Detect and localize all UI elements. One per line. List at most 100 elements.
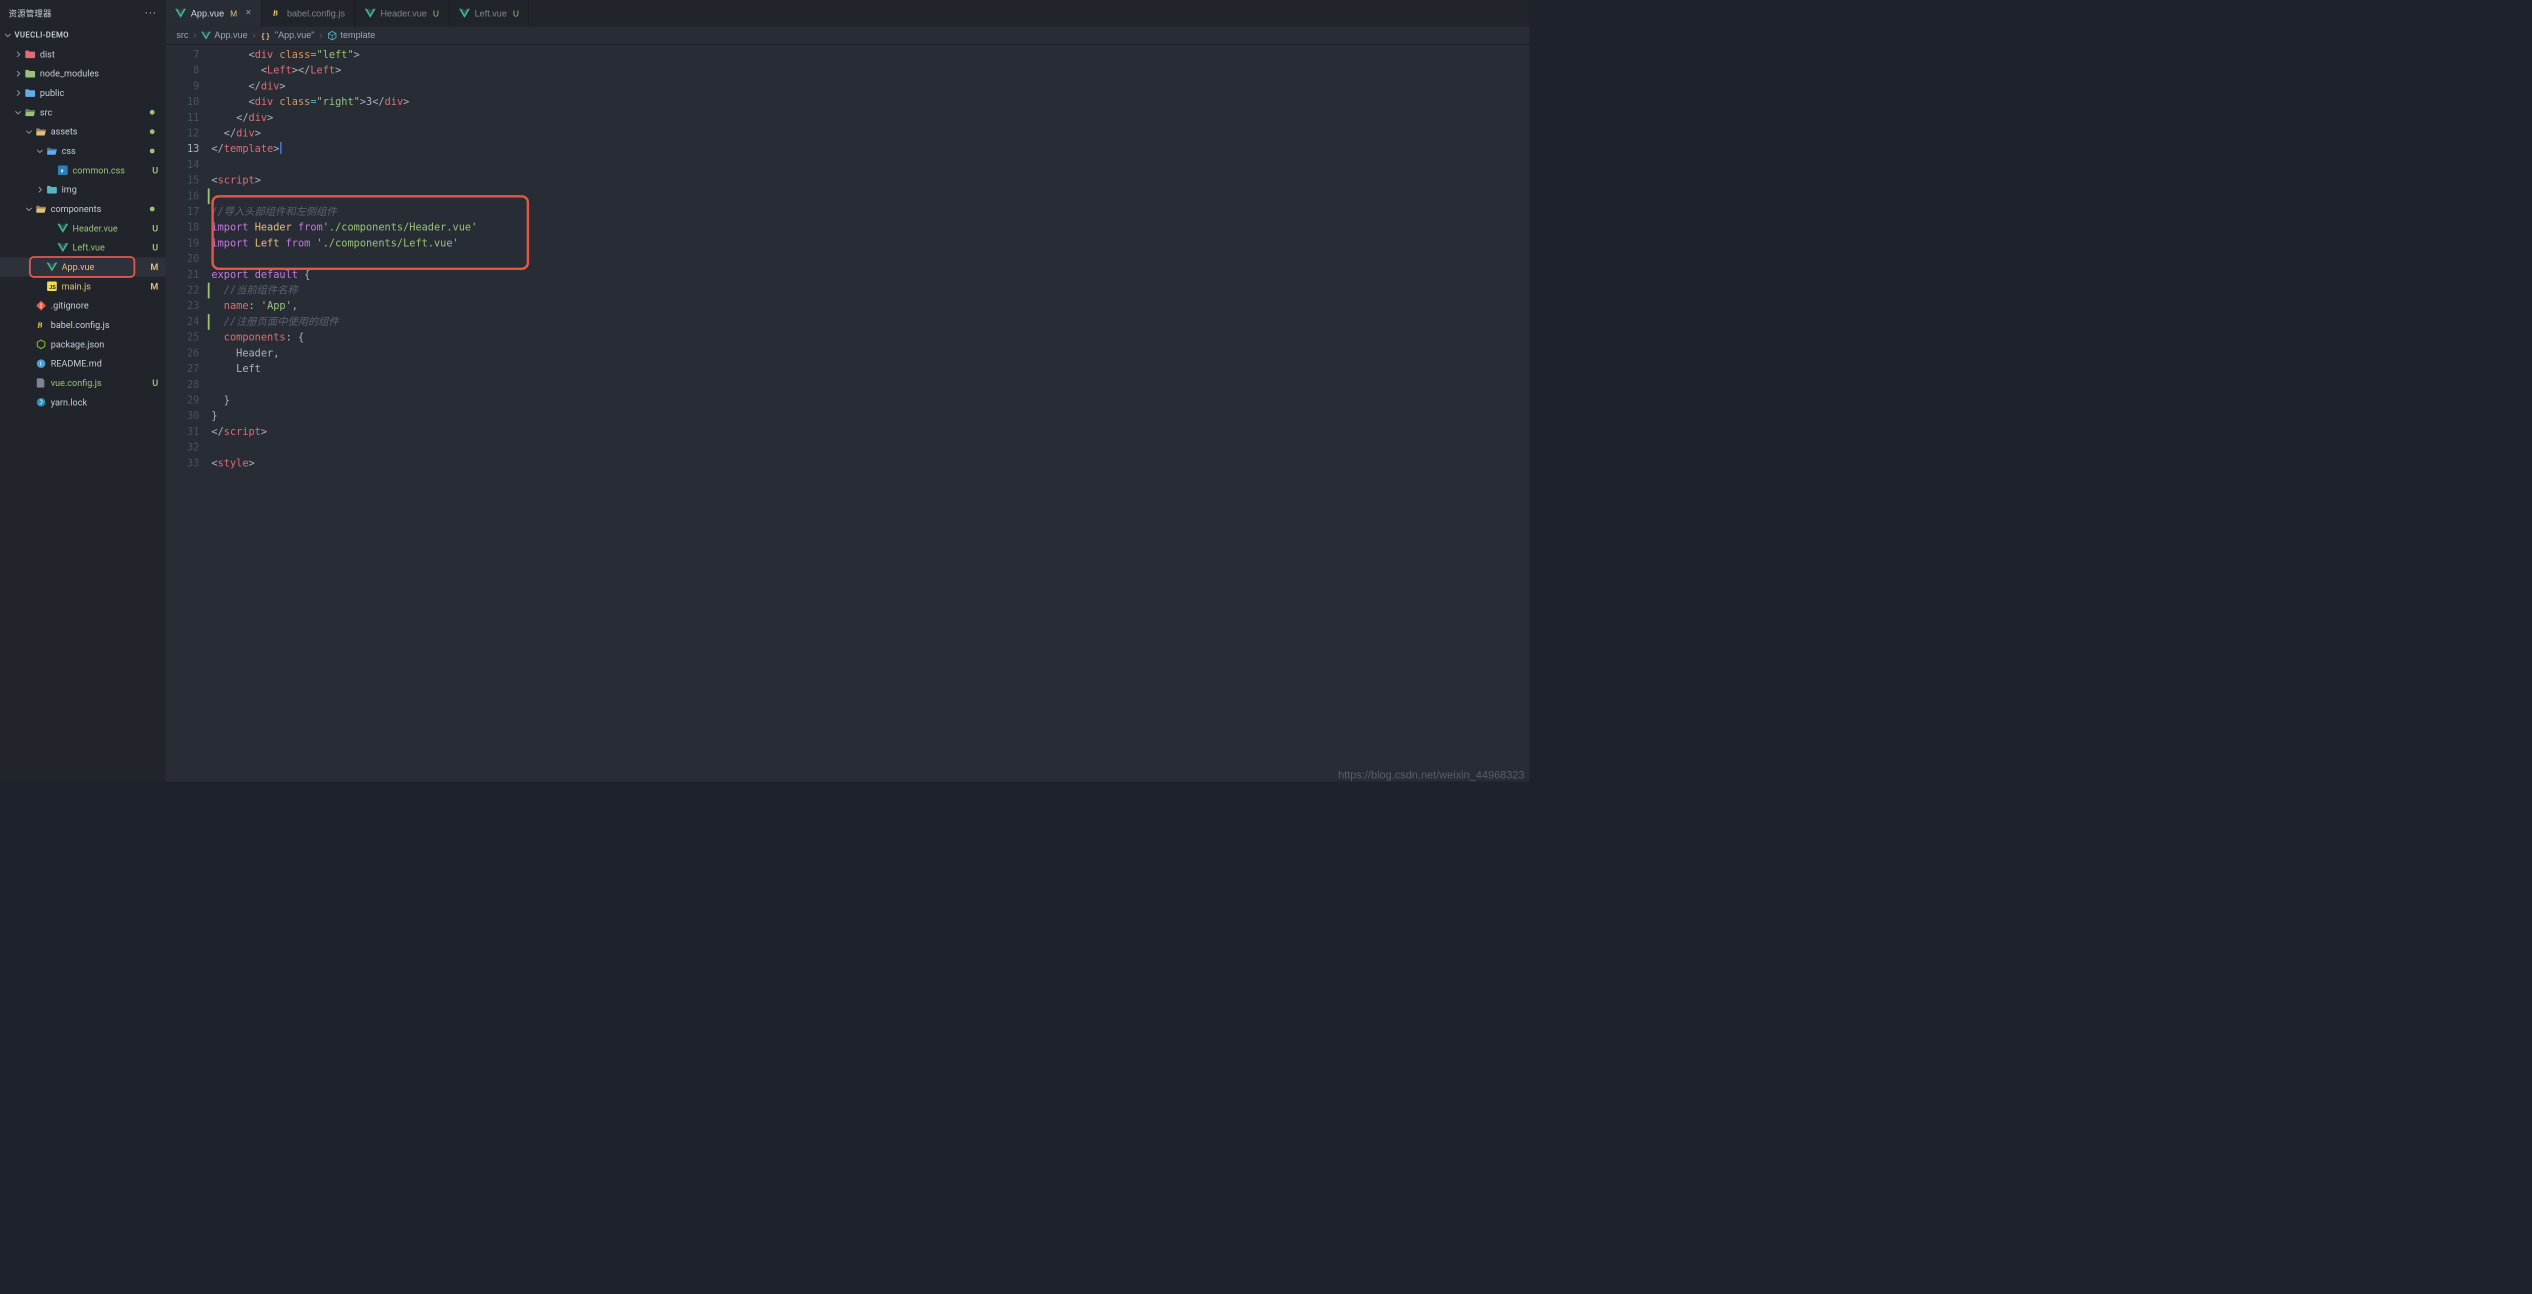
tab-babel[interactable]: babel.config.js	[262, 0, 356, 27]
git-modified-dot	[150, 149, 155, 154]
line-number: 10	[165, 94, 199, 110]
tree-item-src[interactable]: src	[0, 103, 165, 122]
gutter: 7891011121314151617181920212223242526272…	[165, 45, 207, 782]
folder-red-icon	[24, 50, 36, 60]
chevron-down-icon	[24, 127, 34, 135]
git-status-badge: U	[152, 165, 158, 176]
tree-item-label: vue.config.js	[51, 377, 102, 388]
file-vue-icon	[57, 243, 69, 253]
tab-app[interactable]: App.vueM×	[165, 0, 261, 27]
tree-item-babel-cfg[interactable]: babel.config.js	[0, 315, 165, 334]
line-number: 15	[165, 173, 199, 189]
close-icon[interactable]: ×	[246, 8, 252, 19]
tree-item-img[interactable]: img	[0, 180, 165, 199]
chevron-down-icon	[35, 147, 45, 155]
code-line: name: 'App',	[211, 298, 1529, 314]
folder-assets-icon	[35, 127, 47, 137]
tree-item-node_modules[interactable]: node_modules	[0, 64, 165, 83]
line-number: 21	[165, 267, 199, 283]
git-modified-dot	[150, 129, 155, 134]
line-number: 7	[165, 47, 199, 63]
file-vuecfg-icon	[35, 378, 47, 388]
git-status-badge: M	[230, 8, 237, 18]
tree-item-readme[interactable]: README.md	[0, 354, 165, 373]
code-line: <Left></Left>	[211, 63, 1529, 79]
explorer-root[interactable]: VUECLI-DEMO	[0, 27, 165, 44]
line-number: 23	[165, 298, 199, 314]
code-line: //当前组件名称	[211, 283, 1529, 299]
line-number: 32	[165, 440, 199, 456]
chevron-right-icon	[13, 89, 23, 97]
vue-icon	[175, 8, 186, 18]
tree-item-label: common.css	[72, 165, 124, 176]
tree-item-gitignore[interactable]: .gitignore	[0, 296, 165, 315]
code-line: </div>	[211, 126, 1529, 142]
line-number: 8	[165, 63, 199, 79]
git-status-badge: U	[152, 223, 158, 234]
tree-item-label: node_modules	[40, 68, 99, 79]
code-line: import Left from './components/Left.vue'	[211, 236, 1529, 252]
chevron-right-icon	[13, 69, 23, 77]
code-line: components: {	[211, 330, 1529, 346]
tree-item-yarn-lock[interactable]: yarn.lock	[0, 393, 165, 412]
git-modified-dot	[150, 110, 155, 115]
file-vue-icon	[46, 262, 58, 272]
tree-item-label: Left.vue	[72, 242, 104, 253]
tree-item-public[interactable]: public	[0, 83, 165, 102]
tree-item-label: src	[40, 107, 52, 118]
code-line: //注册页面中使用的组件	[211, 314, 1529, 330]
tree-item-label: Header.vue	[72, 223, 117, 234]
code-line: <style>	[211, 455, 1529, 471]
tree-item-left-vue[interactable]: Left.vueU	[0, 238, 165, 257]
crumb-src[interactable]: src	[176, 30, 188, 40]
tab-header[interactable]: Header.vueU	[355, 0, 449, 27]
line-number: 16	[165, 188, 199, 204]
folder-green-icon	[24, 69, 36, 79]
tree-item-label: yarn.lock	[51, 397, 87, 408]
line-number: 22	[165, 283, 199, 299]
tab-label: Left.vue	[475, 8, 507, 18]
tree-item-css[interactable]: css	[0, 141, 165, 160]
file-yarn-icon	[35, 397, 47, 407]
crumb-scope[interactable]: "App.vue"	[260, 30, 314, 40]
crumb-file[interactable]: App.vue	[201, 30, 248, 40]
git-modified-dot	[150, 207, 155, 212]
tree-item-package-json[interactable]: package.json	[0, 335, 165, 354]
chevron-down-icon	[13, 108, 23, 116]
code-line: Header,	[211, 345, 1529, 361]
line-number: 24	[165, 314, 199, 330]
tree-item-main-js[interactable]: main.js M	[0, 277, 165, 296]
chevron-right-icon	[35, 185, 45, 193]
tree-item-app-vue[interactable]: App.vueM	[0, 257, 165, 276]
explorer-title: 资源管理器	[8, 7, 51, 19]
watermark: https://blog.csdn.net/weixin_44968323	[1338, 770, 1525, 782]
line-number: 30	[165, 408, 199, 424]
code-line	[211, 377, 1529, 393]
code-line: <div class="right">3</div>	[211, 94, 1529, 110]
git-status-badge: M	[150, 281, 158, 292]
tree-item-dist[interactable]: dist	[0, 45, 165, 64]
tree-item-common-css[interactable]: common.css U	[0, 161, 165, 180]
tree-item-assets[interactable]: assets	[0, 122, 165, 141]
tab-bar: App.vueM×babel.config.jsHeader.vueULeft.…	[165, 0, 1529, 27]
tab-left[interactable]: Left.vueU	[449, 0, 529, 27]
tree-item-components[interactable]: components	[0, 199, 165, 218]
folder-comp-icon	[35, 204, 47, 214]
tree-item-label: README.md	[51, 358, 102, 369]
crumb-symbol[interactable]: template	[327, 30, 375, 40]
line-number: 28	[165, 377, 199, 393]
tree-item-label: public	[40, 88, 64, 99]
tree-item-header-vue[interactable]: Header.vue U	[0, 219, 165, 238]
vue-icon	[365, 8, 376, 18]
explorer-more-button[interactable]: ···	[145, 7, 157, 20]
tree-item-vue-config[interactable]: vue.config.jsU	[0, 373, 165, 392]
code-line: export default {	[211, 267, 1529, 283]
code-line	[211, 440, 1529, 456]
folder-blue-icon	[24, 88, 36, 98]
code-editor[interactable]: 7891011121314151617181920212223242526272…	[165, 45, 1529, 782]
vue-icon	[201, 31, 211, 39]
tree-item-label: App.vue	[62, 262, 95, 273]
tree-item-label: main.js	[62, 281, 91, 292]
code-line: </template>	[211, 141, 1529, 157]
git-status-badge: U	[433, 8, 439, 18]
